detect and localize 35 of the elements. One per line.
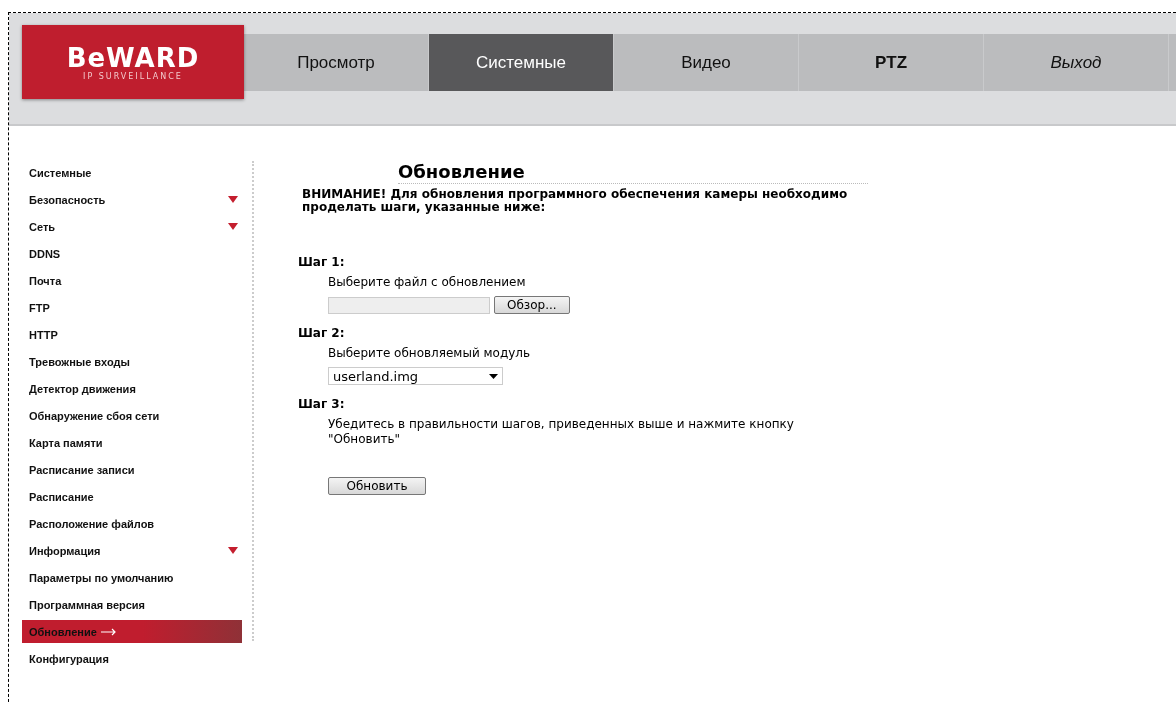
sidebar-item[interactable]: Сеть xyxy=(22,215,242,238)
dropdown-caret-icon xyxy=(489,373,498,379)
sidebar-item[interactable]: Параметры по умолчанию xyxy=(22,566,242,589)
file-path-field[interactable] xyxy=(328,296,490,314)
sidebar-item[interactable]: Конфигурация xyxy=(22,647,242,670)
browse-button[interactable]: Обзор... xyxy=(494,296,570,314)
sidebar-item[interactable]: Тревожные входы xyxy=(22,350,242,373)
step-instruction: Выберите файл с обновлением xyxy=(328,275,527,290)
update-button[interactable]: Обновить xyxy=(328,477,426,495)
sidebar-item[interactable]: Обнаружение сбоя сети xyxy=(22,404,242,427)
step-instruction: Убедитесь в правильности шагов, приведенных выше и нажмите кнопку "Обновить" xyxy=(328,417,795,447)
module-select[interactable]: userland.img xyxy=(328,367,503,385)
sidebar-item[interactable]: Безопасность xyxy=(22,188,242,211)
nav-tab[interactable]: Системные xyxy=(429,34,614,91)
sidebar-item[interactable]: Программная версия xyxy=(22,593,242,616)
logo-tagline: IP SURVEILLANCE xyxy=(83,71,183,81)
sidebar-item[interactable]: Детектор движения xyxy=(22,377,242,400)
step-heading: Шаг 3: xyxy=(298,396,346,413)
page-title: Обновление xyxy=(398,161,868,184)
logo-brand: BeWARD xyxy=(66,43,200,72)
sidebar-item[interactable]: DDNS xyxy=(22,242,242,265)
sidebar-item[interactable]: Расписание записи xyxy=(22,458,242,481)
sidebar-item[interactable]: FTP xyxy=(22,296,242,319)
sidebar-item[interactable]: Расположение файлов xyxy=(22,512,242,535)
step-instruction: Выберите обновляемый модуль xyxy=(328,346,532,361)
sidebar-item[interactable]: Расписание xyxy=(22,485,242,508)
sidebar-item[interactable]: Карта памяти xyxy=(22,431,242,454)
sidebar-item[interactable]: Почта xyxy=(22,269,242,292)
step-heading: Шаг 2: xyxy=(298,325,346,342)
sidebar-item[interactable]: Системные xyxy=(22,161,242,184)
sidebar-item[interactable]: HTTP xyxy=(22,323,242,346)
warning-text: ВНИМАНИЕ! Для обновления программного обеспечения камеры необходимо проделать шаги, указанные ниже: xyxy=(302,188,849,214)
sidebar-item[interactable]: Информация xyxy=(22,539,242,562)
arrow-right-icon xyxy=(100,627,117,636)
step-heading: Шаг 1: xyxy=(298,254,346,271)
